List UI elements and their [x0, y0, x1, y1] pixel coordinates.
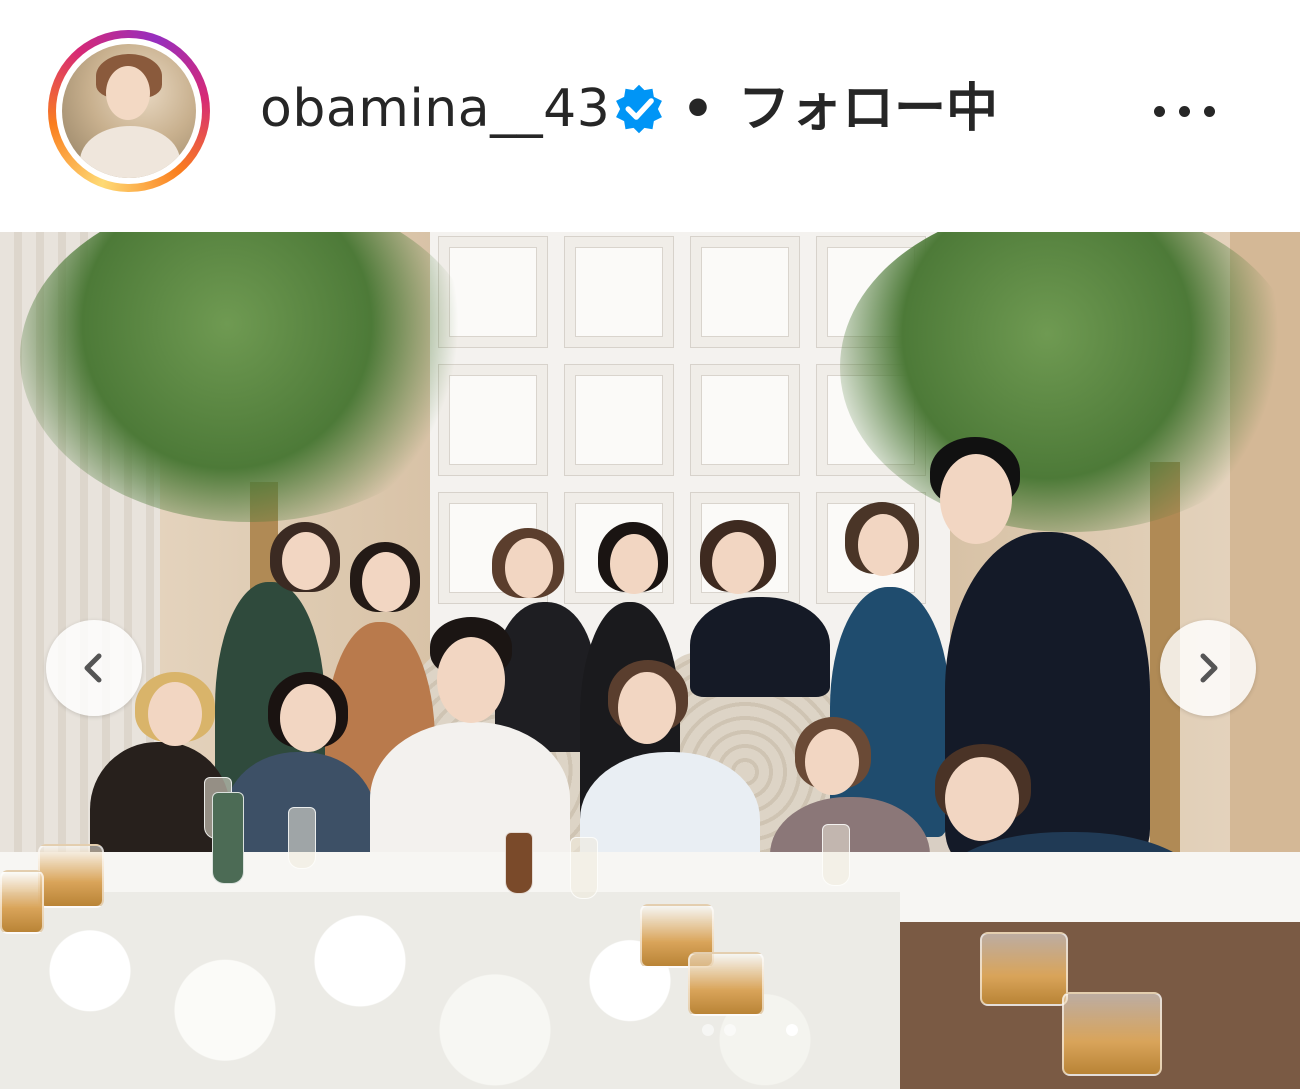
person-face [610, 534, 658, 594]
carousel-dot-active [786, 1024, 798, 1036]
glass [505, 832, 533, 894]
person-face [280, 684, 336, 752]
person-face [805, 729, 859, 795]
following-button[interactable]: フォロー中 [738, 74, 998, 144]
post-image[interactable] [0, 232, 1300, 1089]
candle [688, 952, 764, 1016]
story-ring[interactable] [48, 30, 210, 192]
username-link[interactable]: obamina__43 [260, 74, 610, 144]
more-options-icon[interactable] [1150, 86, 1220, 136]
avatar-border [56, 38, 202, 184]
wall-panel [690, 364, 800, 476]
chevron-left-icon [84, 653, 102, 683]
person-face [282, 532, 330, 590]
person-face [362, 552, 410, 612]
person-face [712, 532, 764, 594]
person-face [148, 682, 202, 746]
chevron-right-icon [1200, 653, 1218, 683]
post-header: obamina__43 • フォロー中 [0, 0, 1300, 232]
person [690, 597, 830, 697]
person-face [618, 672, 676, 744]
glass [822, 824, 850, 886]
person-face [505, 538, 553, 598]
wall-panel [690, 236, 800, 348]
wall-panel [564, 364, 674, 476]
carousel-dot [702, 1024, 714, 1036]
avatar-dress [80, 126, 180, 178]
person-face [437, 637, 505, 723]
carousel-indicator [700, 1020, 800, 1040]
person-face [940, 454, 1012, 544]
flower-arrangement [0, 892, 900, 1089]
person-face [945, 757, 1019, 841]
glass [288, 807, 316, 869]
carousel-prev-button[interactable] [46, 620, 142, 716]
person-face [858, 514, 908, 576]
glass [570, 837, 598, 899]
candle [0, 870, 44, 934]
verified-badge-icon [616, 84, 662, 134]
candle [38, 844, 104, 908]
candle [980, 932, 1068, 1006]
separator-dot: • [682, 80, 714, 138]
more-dot [1204, 106, 1215, 117]
more-dot [1179, 106, 1190, 117]
wall-panel [564, 236, 674, 348]
candle [1062, 992, 1162, 1076]
avatar[interactable] [62, 44, 196, 178]
more-dot [1154, 106, 1165, 117]
carousel-dot [724, 1024, 736, 1036]
avatar-face [106, 66, 150, 120]
bottle [212, 792, 244, 884]
carousel-next-button[interactable] [1160, 620, 1256, 716]
